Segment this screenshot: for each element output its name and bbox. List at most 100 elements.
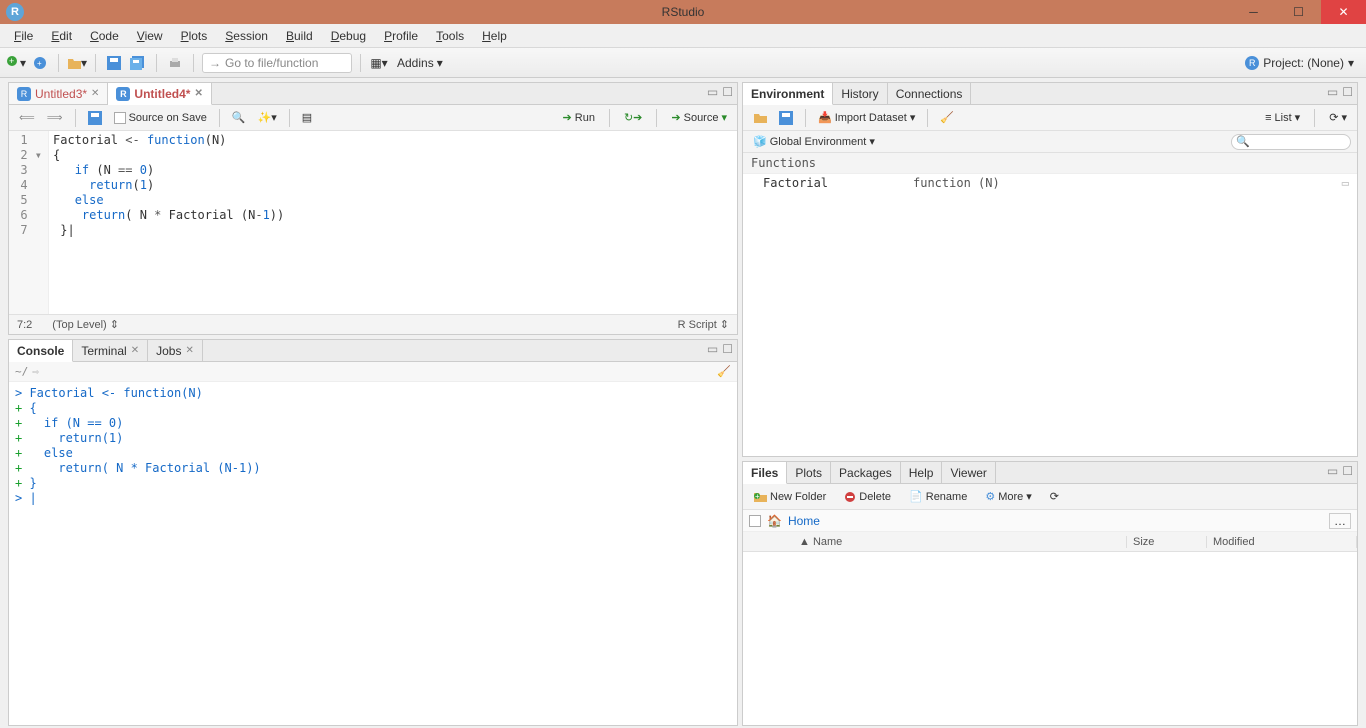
r-file-icon: R [116,87,130,101]
env-search-input[interactable]: 🔍 [1231,134,1351,150]
files-tab-packages[interactable]: Packages [831,462,901,483]
console-tab-console[interactable]: Console [9,340,73,362]
console-body[interactable]: > Factorial <- function(N) + { + if (N =… [9,382,737,725]
console-pane: ConsoleTerminal✕Jobs✕ ▭ ☐ ~/ ⇨ 🧹 > Facto… [8,339,738,726]
svg-text:+: + [755,492,760,501]
menu-build[interactable]: Build [278,27,321,45]
save-button[interactable] [104,53,124,73]
new-file-button[interactable]: +▾ [6,53,26,73]
minimize-pane-icon[interactable]: ▭ [707,85,718,99]
delete-button[interactable]: Delete [840,490,895,504]
save-workspace-button[interactable] [775,110,797,126]
close-tab-icon[interactable]: ✕ [91,88,99,99]
console-path-arrow-icon: ⇨ [32,365,39,378]
menu-code[interactable]: Code [82,27,127,45]
console-tabs: ConsoleTerminal✕Jobs✕ ▭ ☐ [9,340,737,362]
menu-file[interactable]: File [6,27,41,45]
maximize-button[interactable]: ☐ [1276,0,1321,24]
close-tab-icon[interactable]: ✕ [194,88,202,99]
console-tab-terminal[interactable]: Terminal✕ [73,340,148,361]
menu-profile[interactable]: Profile [376,27,426,45]
source-tab[interactable]: RUntitled4*✕ [108,83,211,105]
env-item[interactable]: Factorialfunction (N)▭ [743,174,1357,192]
find-button[interactable]: 🔍 [228,110,250,125]
broom-icon[interactable]: 🧹 [717,365,731,378]
source-on-save-checkbox[interactable]: Source on Save [110,111,211,125]
wand-button[interactable]: ✨▾ [254,110,281,125]
open-file-button[interactable]: ▾ [67,53,87,73]
r-file-icon: R [17,87,31,101]
files-tab-help[interactable]: Help [901,462,943,483]
rerun-button[interactable]: ↻➔ [620,110,646,125]
menu-tools[interactable]: Tools [428,27,472,45]
path-more-button[interactable]: … [1329,513,1351,529]
menu-help[interactable]: Help [474,27,515,45]
import-dataset-button[interactable]: 📥 Import Dataset ▾ [814,110,919,125]
home-icon[interactable]: 🏠 [767,514,782,528]
col-name[interactable]: ▲ Name [793,536,1127,548]
maximize-pane-icon[interactable]: ☐ [722,342,733,356]
window-title: RStudio [662,5,705,19]
menu-debug[interactable]: Debug [323,27,374,45]
refresh-files-button[interactable]: ⟳ [1046,489,1063,504]
function-icon[interactable]: ▭ [1342,176,1349,190]
notebook-button[interactable]: ▤ [298,110,316,125]
source-button[interactable]: ➔ Source ▾ [667,110,731,125]
goto-file-input[interactable]: → Go to file/function [202,53,352,73]
minimize-pane-icon[interactable]: ▭ [1327,85,1338,99]
close-button[interactable]: ✕ [1321,0,1366,24]
mode-selector[interactable]: R Script ⇕ [678,318,729,331]
close-tab-icon[interactable]: ✕ [185,345,193,356]
save-all-button[interactable] [128,53,148,73]
maximize-pane-icon[interactable]: ☐ [722,85,733,99]
save-source-button[interactable] [84,110,106,126]
select-all-checkbox[interactable] [749,515,761,527]
files-tab-viewer[interactable]: Viewer [942,462,995,483]
files-tab-plots[interactable]: Plots [787,462,831,483]
rename-button[interactable]: 📄 Rename [905,489,971,504]
minimize-pane-icon[interactable]: ▭ [707,342,718,356]
env-scope-selector[interactable]: 🧊 Global Environment ▾ [749,134,879,149]
maximize-pane-icon[interactable]: ☐ [1342,464,1353,478]
addins-button[interactable]: Addins ▾ [393,55,447,71]
source-tabs: RUntitled3*✕RUntitled4*✕ ▭ ☐ [9,83,737,105]
editor-code[interactable]: Factorial <- function(N) { if (N == 0) r… [49,131,288,314]
col-size[interactable]: Size [1127,536,1207,548]
source-editor[interactable]: 1 2 ▾ 3 4 5 6 7 Factorial <- function(N)… [9,131,737,314]
col-modified[interactable]: Modified [1207,536,1357,548]
run-button[interactable]: ➔ Run [559,110,599,125]
forward-button[interactable]: ⟹ [43,110,67,125]
new-folder-button[interactable]: + New Folder [749,490,830,504]
menu-plots[interactable]: Plots [173,27,216,45]
svg-text:+: + [9,56,14,66]
clear-env-button[interactable]: 🧹 [936,110,958,125]
files-list [743,552,1357,725]
env-view-mode[interactable]: ≡ List ▾ [1261,110,1304,125]
maximize-pane-icon[interactable]: ☐ [1342,85,1353,99]
source-toolbar: ⟸ ⟹ Source on Save 🔍 ✨▾ ▤ ➔ Run ↻➔ ➔ Sou… [9,105,737,131]
close-tab-icon[interactable]: ✕ [131,345,139,356]
env-tab-connections[interactable]: Connections [888,83,972,104]
source-tab[interactable]: RUntitled3*✕ [9,83,108,104]
menu-session[interactable]: Session [217,27,276,45]
goto-arrow-icon: → [209,56,221,70]
home-link[interactable]: Home [788,514,820,528]
new-project-button[interactable]: + [30,53,50,73]
env-tab-history[interactable]: History [833,83,887,104]
menu-edit[interactable]: Edit [43,27,80,45]
refresh-env-button[interactable]: ⟳ ▾ [1325,110,1351,125]
grid-view-button[interactable]: ▦▾ [369,53,389,73]
console-tab-jobs[interactable]: Jobs✕ [148,340,203,361]
more-button[interactable]: ⚙ More ▾ [981,489,1035,504]
files-tab-files[interactable]: Files [743,462,787,484]
goto-placeholder: Go to file/function [225,56,318,70]
minimize-button[interactable]: ─ [1231,0,1276,24]
load-workspace-button[interactable] [749,111,771,125]
minimize-pane-icon[interactable]: ▭ [1327,464,1338,478]
scope-selector[interactable]: (Top Level) ⇕ [52,318,119,331]
print-button[interactable] [165,53,185,73]
env-tab-environment[interactable]: Environment [743,83,833,105]
project-selector[interactable]: R Project: (None) ▾ [1245,56,1360,70]
back-button[interactable]: ⟸ [15,110,39,125]
menu-view[interactable]: View [129,27,171,45]
